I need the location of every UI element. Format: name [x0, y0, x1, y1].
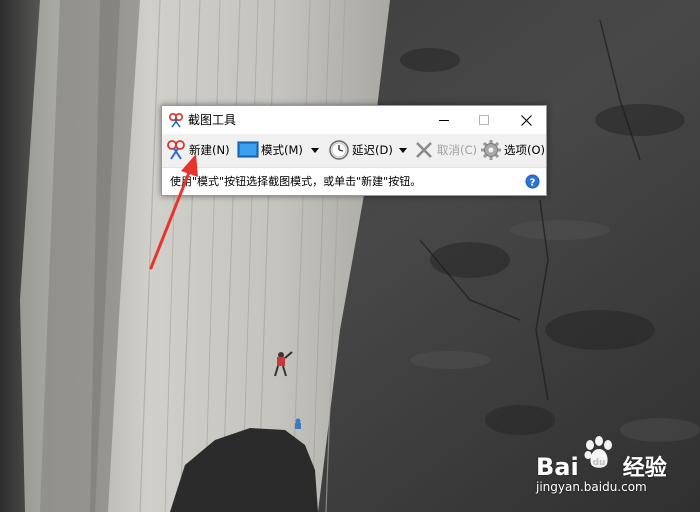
climber-blue	[295, 418, 301, 429]
mode-button[interactable]: 模式(M)	[237, 138, 303, 162]
mode-dropdown-arrow-icon	[311, 147, 319, 153]
cancel-x-icon	[416, 142, 432, 158]
window-title: 截图工具	[188, 113, 237, 127]
title-bar[interactable]: 截图工具	[162, 106, 546, 134]
new-button-label: 新建(N)	[189, 143, 230, 157]
watermark-brand-jingyan: 经验	[622, 456, 667, 481]
watermark-brand: Bai 经验	[536, 450, 667, 482]
close-button[interactable]	[506, 106, 546, 134]
watermark-brand-bai: Bai	[536, 453, 579, 481]
scissors-app-icon	[168, 112, 184, 128]
options-button[interactable]: 选项(O)	[480, 138, 545, 162]
delay-button[interactable]: 延迟(D)	[328, 138, 393, 162]
cancel-button-label: 取消(C)	[437, 143, 478, 157]
minimize-icon	[439, 120, 449, 121]
snipping-tool-window: 截图工具 新建(N) 模式(M) 延迟(D) 取消(C) 选项(O) 使用"模式…	[161, 105, 547, 196]
clock-icon	[329, 140, 349, 160]
mode-dropdown[interactable]	[309, 138, 321, 162]
delay-button-label: 延迟(D)	[352, 143, 393, 157]
minimize-button[interactable]	[424, 106, 464, 134]
svg-text:?: ?	[530, 177, 536, 188]
maximize-icon	[479, 115, 489, 125]
watermark-url: jingyan.baidu.com	[536, 480, 647, 494]
status-bar: 使用"模式"按钮选择截图模式，或单击"新建"按钮。 ?	[162, 168, 546, 195]
baidu-jingyan-watermark: du Bai 经验 jingyan.baidu.com	[532, 436, 696, 498]
new-button[interactable]: 新建(N)	[165, 138, 230, 162]
rectangle-mode-icon	[237, 141, 259, 158]
new-snip-scissors-icon	[167, 140, 185, 160]
help-icon[interactable]: ?	[525, 174, 540, 189]
cancel-button[interactable]: 取消(C)	[413, 138, 477, 162]
delay-dropdown-arrow-icon	[399, 147, 407, 153]
status-message: 使用"模式"按钮选择截图模式，或单击"新建"按钮。	[170, 175, 422, 188]
mode-button-label: 模式(M)	[261, 143, 303, 157]
delay-dropdown[interactable]	[397, 138, 409, 162]
gear-icon	[481, 140, 501, 160]
options-button-label: 选项(O)	[504, 143, 546, 157]
toolbar: 新建(N) 模式(M) 延迟(D) 取消(C) 选项(O)	[162, 134, 546, 168]
close-icon	[520, 114, 532, 126]
maximize-button[interactable]	[464, 106, 504, 134]
